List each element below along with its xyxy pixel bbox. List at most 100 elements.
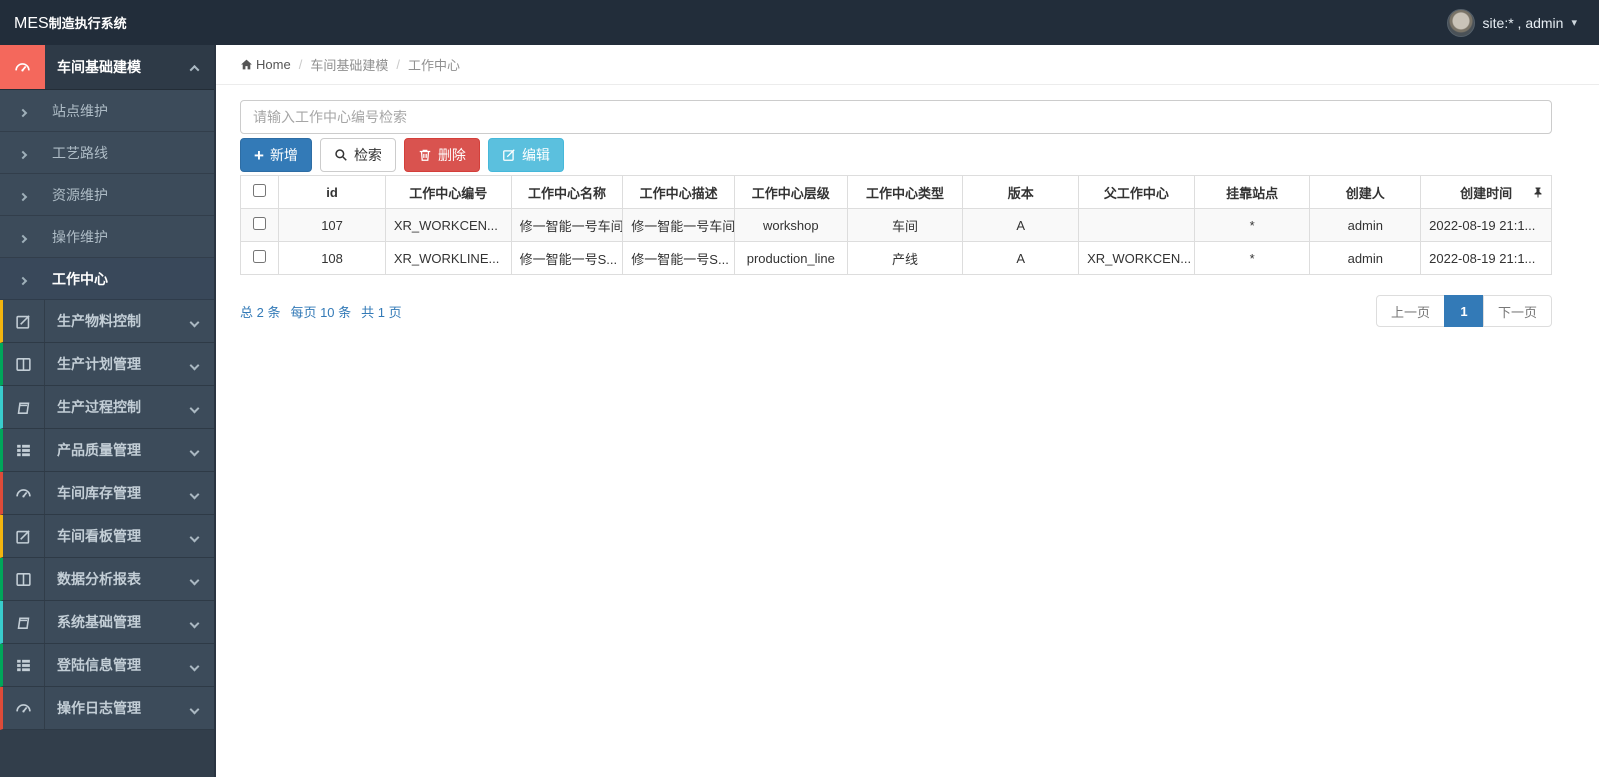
- sidebar-item-kanban-management[interactable]: 车间看板管理: [0, 515, 214, 558]
- cell-level: workshop: [733, 208, 848, 242]
- column-header-created[interactable]: 创建时间: [1420, 175, 1552, 209]
- sidebar-item-label: 系统基础管理: [57, 614, 141, 630]
- columns-icon: [3, 343, 45, 385]
- cell-level: production_line: [733, 241, 848, 275]
- edit-button[interactable]: 编辑: [487, 138, 564, 172]
- table-row[interactable]: 107 XR_WORKCEN... 修一智能一号车间 修一智能一号车间 work…: [239, 208, 1552, 242]
- toolbar: + 新增 检索 删除 编辑: [240, 138, 1552, 172]
- chevron-right-icon: [18, 145, 28, 161]
- sidebar-item-station-maintenance[interactable]: 站点维护: [0, 90, 214, 132]
- user-avatar-icon: [1446, 8, 1475, 37]
- sidebar-submenu: 站点维护 工艺路线 资源维护 操作维护 工作中心: [0, 90, 214, 300]
- search-input[interactable]: [240, 100, 1552, 134]
- cell-creator: admin: [1309, 208, 1422, 242]
- pagination-summary: 总 2 条 每页 10 条 共 1 页: [240, 302, 402, 321]
- breadcrumb-separator: /: [396, 57, 400, 72]
- cell-id: 107: [278, 208, 386, 242]
- chevron-down-icon: [189, 700, 214, 716]
- sidebar-subitem-label: 资源维护: [52, 186, 108, 203]
- column-header-creator[interactable]: 创建人: [1309, 175, 1422, 209]
- chevron-down-icon: [189, 313, 214, 329]
- cell-creator: admin: [1309, 241, 1422, 275]
- list-icon: [3, 429, 45, 471]
- sidebar-item-process-control[interactable]: 生产过程控制: [0, 386, 214, 429]
- page-1-button[interactable]: 1: [1443, 295, 1484, 327]
- cell-type: 车间: [846, 208, 964, 242]
- home-icon: [241, 59, 252, 70]
- sidebar-item-plan-management[interactable]: 生产计划管理: [0, 343, 214, 386]
- sidebar-item-quality-management[interactable]: 产品质量管理: [0, 429, 214, 472]
- breadcrumb-home-link[interactable]: Home: [240, 57, 291, 72]
- next-page-button[interactable]: 下一页: [1482, 295, 1552, 327]
- app-logo[interactable]: MESMES制造执行系统: [0, 13, 127, 33]
- column-header-desc[interactable]: 工作中心描述: [622, 175, 735, 209]
- breadcrumb-item-module[interactable]: 车间基础建模: [310, 55, 388, 74]
- delete-button-label: 删除: [437, 147, 466, 163]
- sidebar-item-workshop-modeling[interactable]: 车间基础建模: [0, 45, 214, 90]
- sidebar-item-material-control[interactable]: 生产物料控制: [0, 300, 214, 343]
- sidebar-item-label: 车间看板管理: [57, 528, 141, 544]
- delete-button[interactable]: 删除: [403, 138, 480, 172]
- sidebar-item-work-center[interactable]: 工作中心: [0, 258, 214, 300]
- column-header-id[interactable]: id: [278, 175, 386, 209]
- cell-version: A: [962, 241, 1080, 275]
- main-content: Home / 车间基础建模 / 工作中心 + 新增 检索 删除 编辑: [216, 45, 1599, 777]
- chevron-down-icon: [189, 485, 214, 501]
- chevron-down-icon: [189, 614, 214, 630]
- sidebar-item-data-analysis-report[interactable]: 数据分析报表: [0, 558, 214, 601]
- column-header-version[interactable]: 版本: [962, 175, 1080, 209]
- chevron-up-icon: [189, 59, 214, 75]
- user-menu[interactable]: site:* , admin ▾: [1446, 8, 1599, 37]
- book-icon: [3, 601, 45, 643]
- table-row[interactable]: 108 XR_WORKLINE... 修一智能一号S... 修一智能一号S...…: [239, 241, 1552, 275]
- add-button[interactable]: + 新增: [240, 138, 312, 172]
- sidebar-item-process-route[interactable]: 工艺路线: [0, 132, 214, 174]
- search-icon: [335, 149, 347, 161]
- column-header-level[interactable]: 工作中心层级: [733, 175, 848, 209]
- select-all-checkbox[interactable]: [253, 184, 267, 197]
- sidebar-item-operation-log-management[interactable]: 操作日志管理: [0, 687, 214, 730]
- search-button[interactable]: 检索: [319, 138, 396, 172]
- column-header-code[interactable]: 工作中心编号: [384, 175, 512, 209]
- pagination-page-count[interactable]: 共 1 页: [361, 302, 401, 321]
- column-header-created-label: 创建时间: [1460, 185, 1513, 201]
- sidebar-item-label: 数据分析报表: [57, 571, 141, 587]
- edit-button-label: 编辑: [521, 147, 550, 163]
- column-header-parent[interactable]: 父工作中心: [1078, 175, 1195, 209]
- sidebar-item-label: 车间基础建模: [57, 59, 141, 75]
- edit-icon: [3, 515, 45, 557]
- cell-type: 产线: [846, 241, 964, 275]
- edit-square-icon: [503, 149, 515, 161]
- topbar: MESMES制造执行系统 site:* , admin ▾: [0, 0, 1599, 45]
- pagination-total[interactable]: 总 2 条: [240, 302, 280, 321]
- chevron-down-icon: [189, 528, 214, 544]
- dashboard-icon: [3, 472, 45, 514]
- row-checkbox[interactable]: [253, 217, 267, 230]
- row-checkbox[interactable]: [253, 250, 267, 263]
- chevron-down-icon: [189, 657, 214, 673]
- columns-icon: [3, 558, 45, 600]
- search-button-label: 检索: [353, 147, 382, 163]
- sidebar-item-system-base-management[interactable]: 系统基础管理: [0, 601, 214, 644]
- sidebar-item-resource-maintenance[interactable]: 资源维护: [0, 174, 214, 216]
- column-header-station[interactable]: 挂靠站点: [1193, 175, 1311, 209]
- cell-desc: 修一智能一号车间: [622, 208, 735, 242]
- trash-icon: [419, 149, 431, 161]
- chevron-down-icon: [189, 571, 214, 587]
- pagination-per-page[interactable]: 每页 10 条: [290, 302, 351, 321]
- column-header-name[interactable]: 工作中心名称: [510, 175, 624, 209]
- sidebar-item-label: 生产过程控制: [57, 399, 141, 415]
- sidebar-item-login-info-management[interactable]: 登陆信息管理: [0, 644, 214, 687]
- breadcrumb-item-page: 工作中心: [407, 58, 460, 73]
- cell-station: *: [1193, 241, 1311, 275]
- pagination-controls: 上一页 1 下一页: [1375, 295, 1552, 327]
- sidebar-item-label: 生产物料控制: [57, 313, 141, 329]
- prev-page-button[interactable]: 上一页: [1375, 295, 1445, 327]
- sidebar-subitem-label: 工艺路线: [52, 144, 108, 161]
- sidebar-item-inventory-management[interactable]: 车间库存管理: [0, 472, 214, 515]
- list-icon: [3, 644, 45, 686]
- cell-code: XR_WORKLINE...: [384, 241, 512, 275]
- sidebar-item-operation-maintenance[interactable]: 操作维护: [0, 216, 214, 258]
- column-header-type[interactable]: 工作中心类型: [846, 175, 964, 209]
- pin-icon[interactable]: [1532, 186, 1544, 198]
